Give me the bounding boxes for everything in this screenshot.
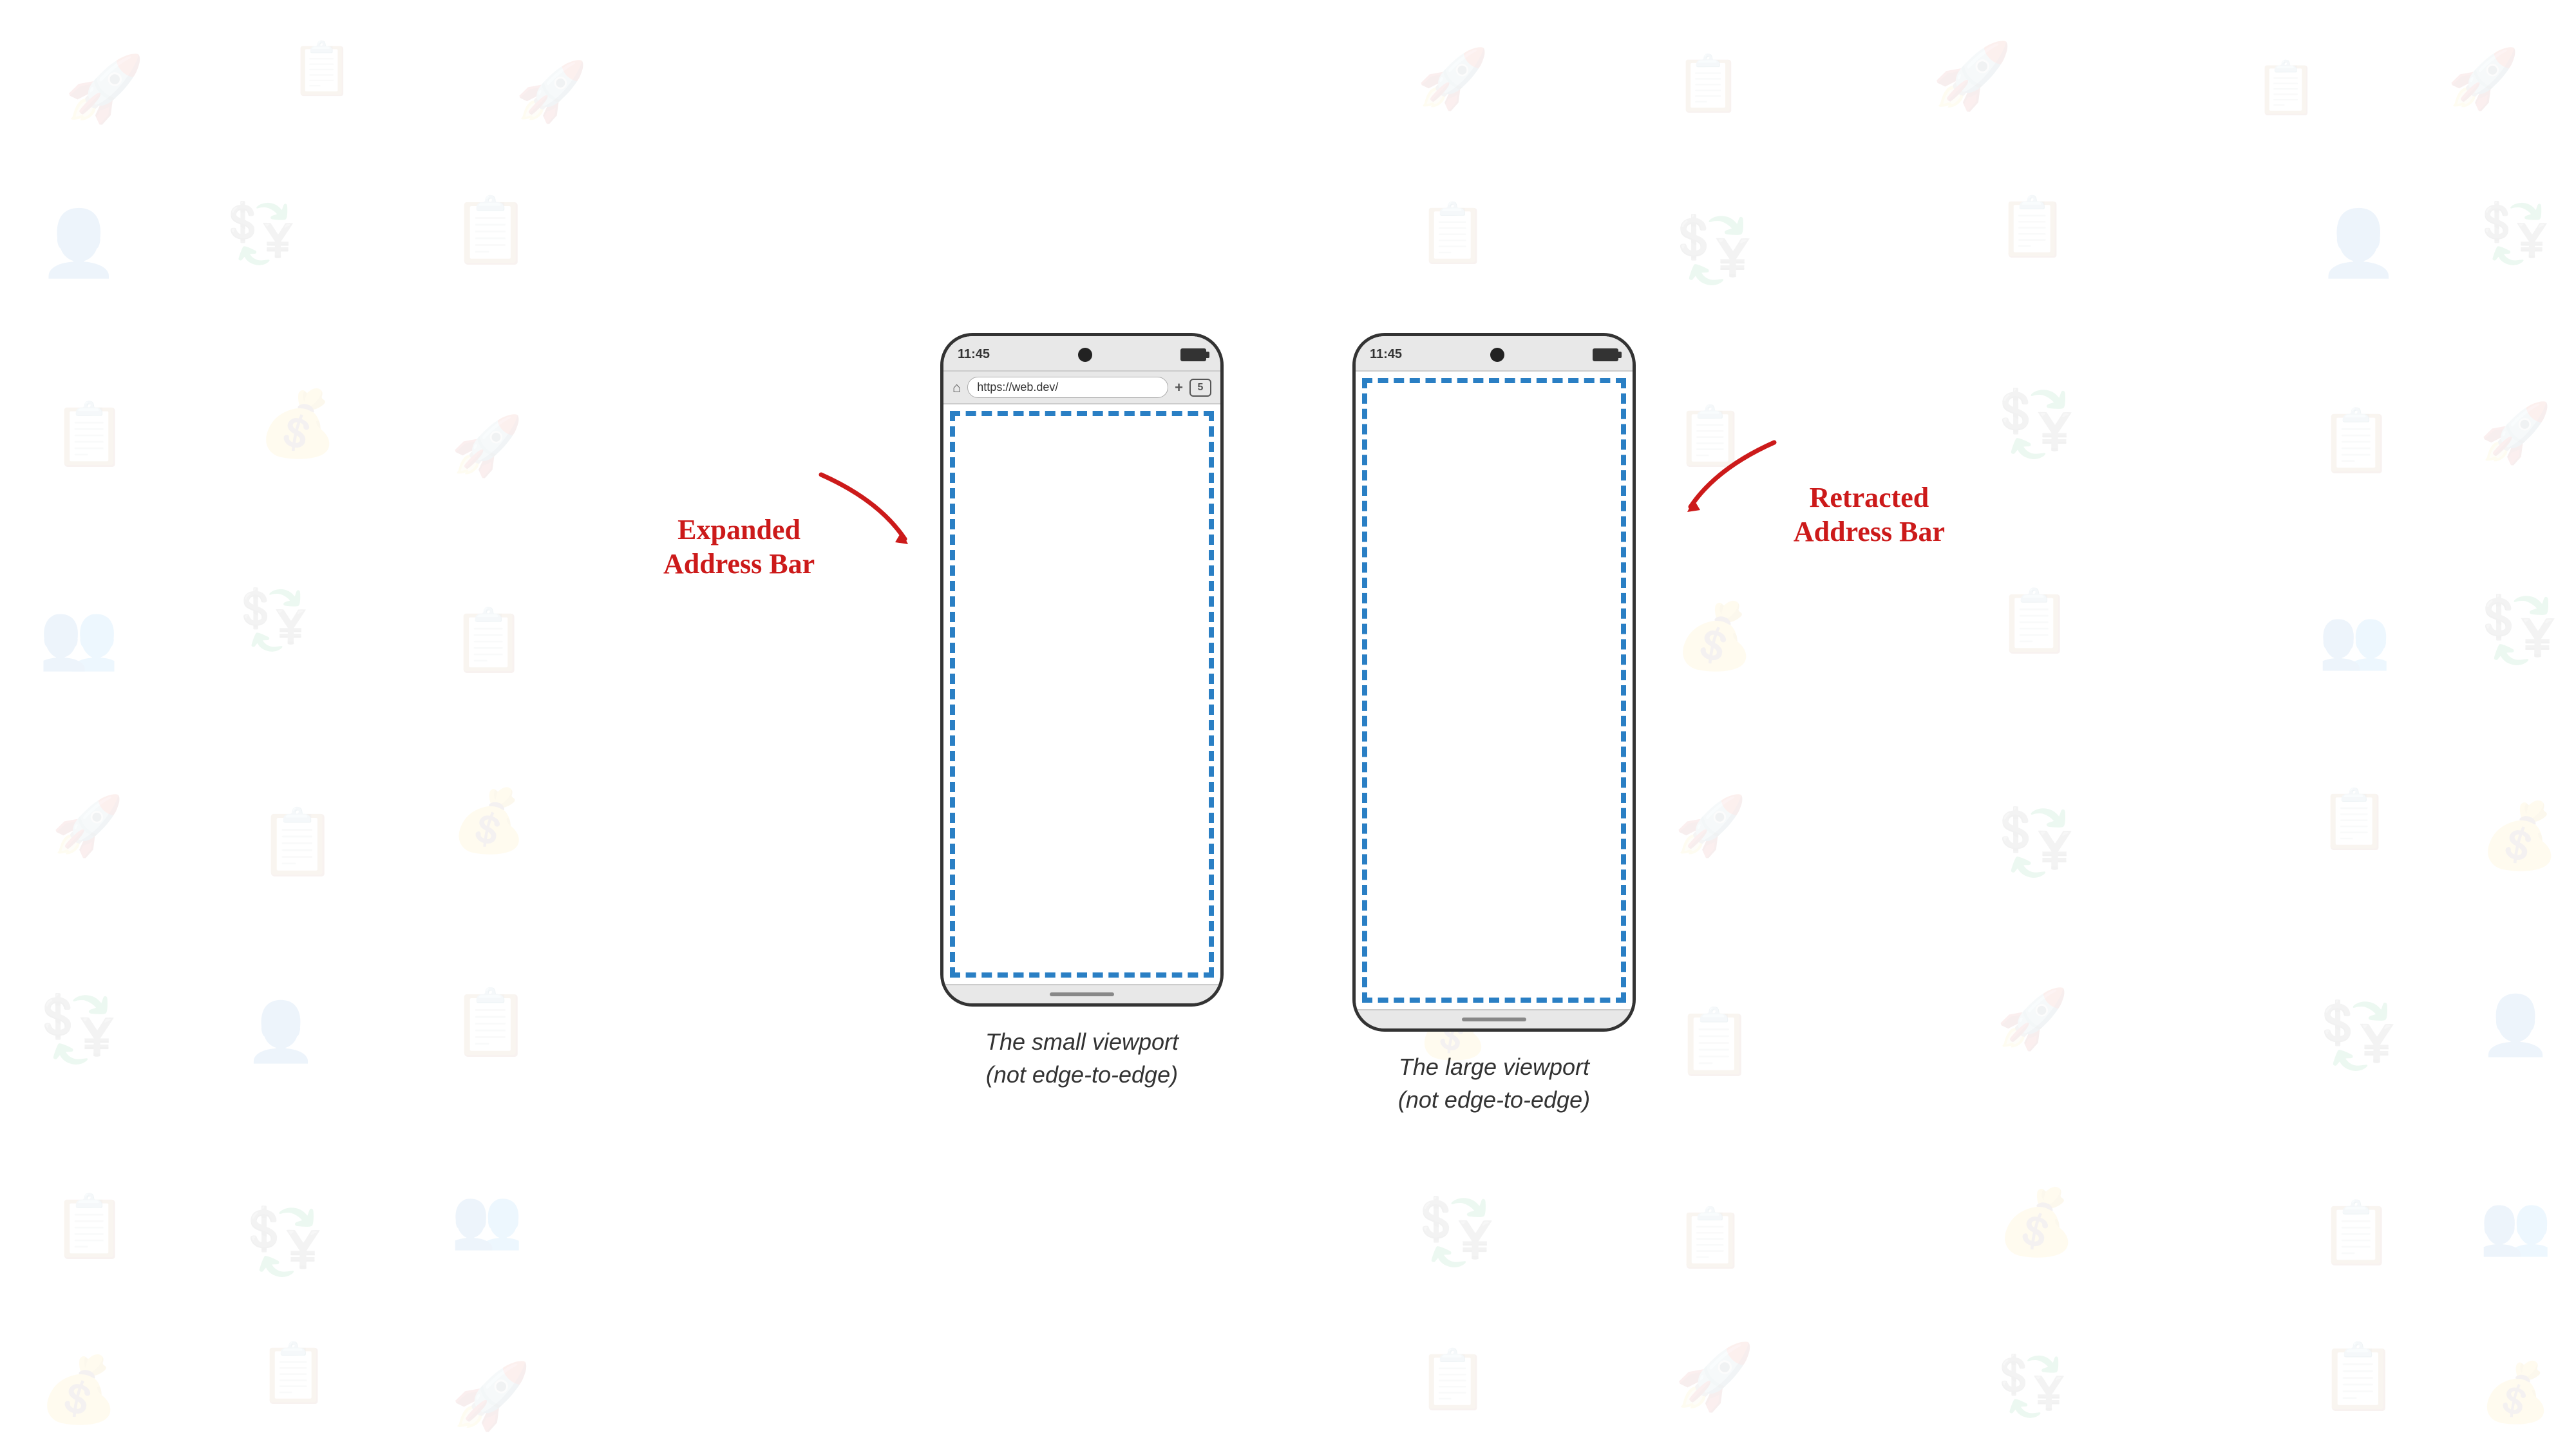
camera-dot-retracted <box>1490 348 1504 362</box>
address-bar: ⌂ https://web.dev/ + 5 <box>943 372 1220 404</box>
arrow-expanded <box>802 462 931 565</box>
phone-screen-retracted <box>1356 372 1633 1009</box>
url-input: https://web.dev/ <box>967 377 1168 398</box>
phone-expanded-label: The small viewport (not edge-to-edge) <box>985 1026 1179 1091</box>
annotation-expanded-text: Expanded Address Bar <box>663 513 815 582</box>
status-bar-retracted: 11:45 <box>1356 336 1633 372</box>
tabs-button: 5 <box>1189 379 1211 397</box>
home-indicator-retracted <box>1356 1009 1633 1028</box>
time-expanded: 11:45 <box>958 347 990 362</box>
home-bar-retracted <box>1462 1018 1526 1021</box>
status-bar-expanded: 11:45 <box>943 336 1220 372</box>
battery-retracted <box>1593 348 1618 361</box>
viewport-dashed-expanded <box>950 411 1214 978</box>
battery-expanded <box>1180 348 1206 361</box>
home-bar-expanded <box>1050 992 1114 996</box>
annotation-retracted-text: Retracted Address Bar <box>1794 481 1945 549</box>
annotation-expanded: Expanded Address Bar <box>663 513 815 582</box>
phone-retracted-label: The large viewport (not edge-to-edge) <box>1398 1051 1590 1116</box>
phone-retracted: 11:45 <box>1352 333 1636 1032</box>
arrow-retracted <box>1665 430 1794 533</box>
battery-icon-expanded <box>1180 348 1206 361</box>
phone-expanded-wrapper: Expanded Address Bar 11:45 ⌂ https://web… <box>940 333 1224 1091</box>
viewport-dashed-retracted <box>1362 378 1626 1003</box>
home-button-icon: ⌂ <box>952 379 961 396</box>
main-content: Expanded Address Bar 11:45 ⌂ https://web… <box>0 0 2576 1449</box>
annotation-retracted: Retracted Address Bar <box>1794 481 1945 549</box>
phone-retracted-wrapper: Retracted Address Bar 11:45 <box>1352 333 1636 1116</box>
phones-row: Expanded Address Bar 11:45 ⌂ https://web… <box>940 333 1636 1116</box>
camera-dot-expanded <box>1078 348 1092 362</box>
battery-icon-retracted <box>1593 348 1618 361</box>
home-indicator-expanded <box>943 984 1220 1003</box>
phone-screen-expanded <box>943 404 1220 984</box>
new-tab-icon: + <box>1175 379 1183 396</box>
time-retracted: 11:45 <box>1370 347 1402 362</box>
phone-expanded: 11:45 ⌂ https://web.dev/ + 5 <box>940 333 1224 1007</box>
